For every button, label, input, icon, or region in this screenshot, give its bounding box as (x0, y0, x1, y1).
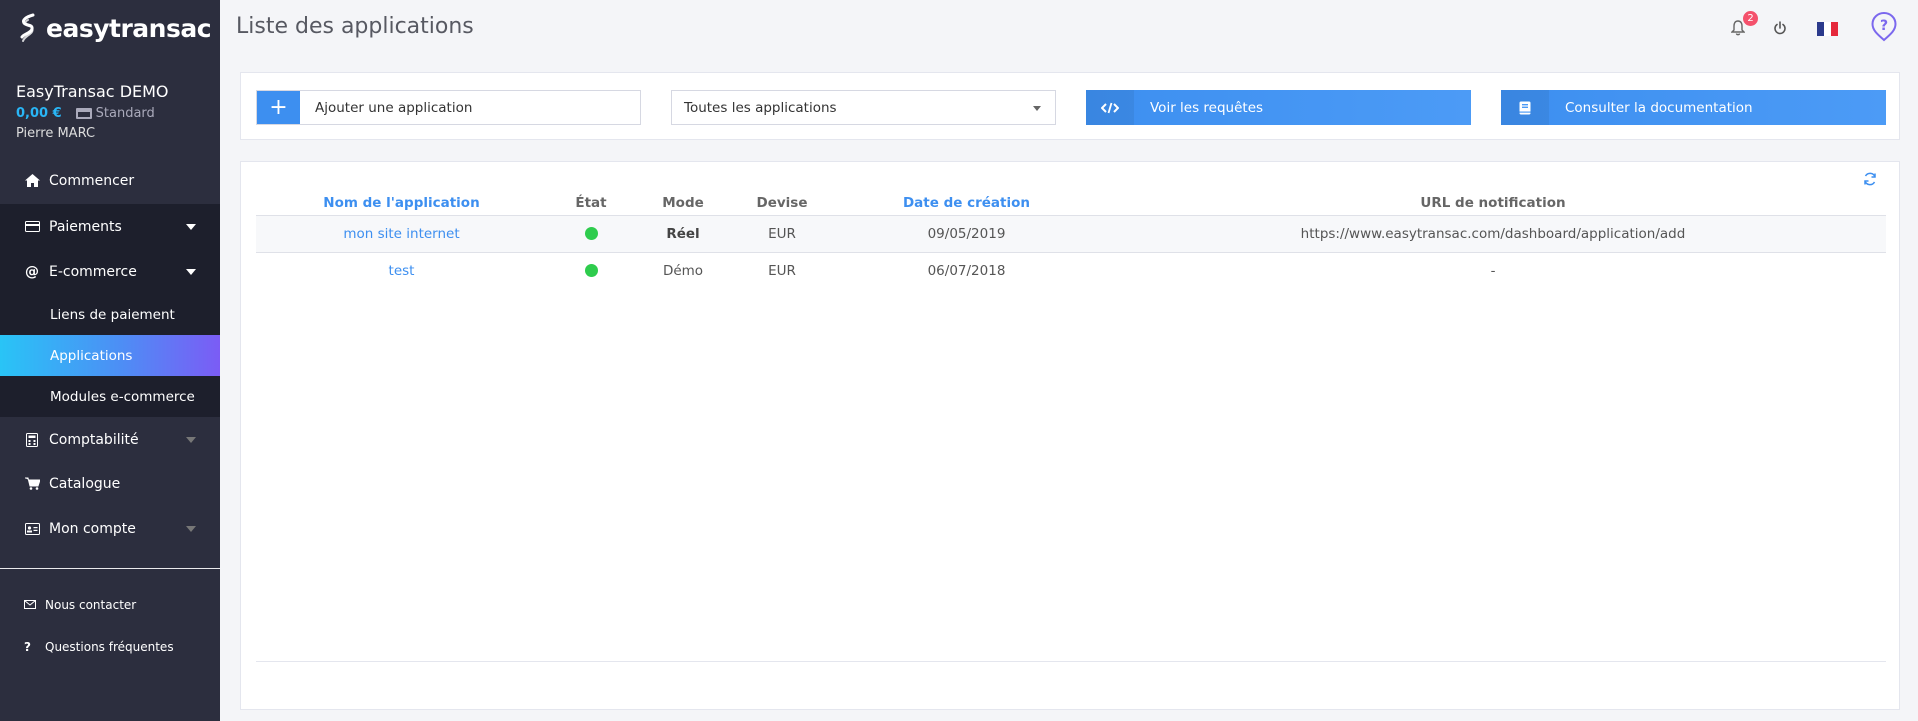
col-header-state: État (547, 192, 635, 216)
application-filter-select[interactable]: Toutes les applications (671, 90, 1056, 125)
sidebar-subitem-liens-de-paiement[interactable]: Liens de paiement (0, 294, 220, 335)
logo[interactable]: easytransac (0, 0, 220, 56)
sidebar-divider (0, 568, 220, 569)
cart-icon (24, 477, 40, 490)
sidebar-item-label: Mon compte (49, 520, 136, 537)
id-card-icon (24, 522, 40, 535)
mode-cell: Démo (662, 262, 704, 279)
sidebar-item-mon-compte[interactable]: Mon compte (0, 506, 220, 551)
sidebar-item-paiements[interactable]: Paiements (0, 204, 220, 249)
chevron-down-icon (186, 437, 196, 443)
url-cell: https://www.easytransac.com/dashboard/ap… (1100, 215, 1886, 253)
toolbar-card: + Ajouter une application Toutes les app… (240, 72, 1900, 140)
mode-cell: Réel (635, 215, 731, 253)
chevron-down-icon (186, 269, 196, 275)
sidebar-subitem-modules-ecommerce[interactable]: Modules e-commerce (0, 376, 220, 417)
date-cell: 09/05/2019 (833, 215, 1100, 253)
sidebar-subitem-applications[interactable]: Applications (0, 335, 220, 376)
account-balance: 0,00 € (16, 106, 62, 121)
view-requests-label: Voir les requêtes (1150, 99, 1264, 116)
col-header-currency: Devise (731, 192, 833, 216)
view-requests-button[interactable]: Voir les requêtes (1086, 90, 1471, 125)
top-header: Liste des applications 2 ? (220, 0, 1918, 56)
home-icon (24, 174, 40, 187)
bell-icon[interactable] (1730, 20, 1746, 40)
sidebar-item-label: Commencer (49, 172, 135, 189)
chevron-down-icon (186, 526, 196, 532)
calculator-icon (24, 432, 40, 447)
envelope-icon (24, 598, 38, 612)
sidebar-item-ecommerce[interactable]: @ E-commerce (0, 249, 220, 294)
sidebar-subitem-label: Modules e-commerce (50, 388, 195, 405)
card-icon (24, 221, 40, 232)
french-flag-icon[interactable] (1817, 22, 1838, 40)
sidebar-subitem-label: Applications (50, 347, 133, 364)
table-row[interactable]: test Démo EUR 06/07/2018 - (256, 252, 1886, 289)
app-name-link[interactable]: mon site internet (256, 215, 547, 253)
status-active-dot (584, 227, 598, 240)
sidebar-subitem-label: Liens de paiement (50, 306, 175, 323)
sidebar-item-comptabilite[interactable]: Comptabilité (0, 417, 220, 462)
sidebar-item-label: Comptabilité (49, 431, 139, 448)
help-icon[interactable]: ? (1871, 11, 1897, 46)
currency-cell: EUR (768, 262, 796, 279)
user-name: Pierre MARC (16, 126, 96, 141)
svg-text:?: ? (1880, 18, 1888, 34)
card-icon (75, 108, 92, 119)
book-icon (1501, 90, 1549, 125)
sidebar: easytransac EasyTransac DEMO 0,00 € Stan… (0, 0, 220, 721)
state-cell (547, 215, 635, 253)
page-title: Liste des applications (236, 14, 474, 39)
documentation-label: Consulter la documentation (1565, 99, 1753, 116)
currency-cell: EUR (731, 215, 833, 253)
refresh-icon[interactable] (1863, 172, 1877, 190)
status-active-dot (584, 264, 598, 278)
easytransac-logo-icon (20, 13, 35, 42)
sidebar-item-label: E-commerce (49, 263, 137, 280)
sidebar-item-commencer[interactable]: Commencer (0, 158, 220, 203)
state-cell (547, 252, 635, 289)
table-header-row: Nom de l'application État Mode Devise Da… (256, 192, 1886, 216)
applications-table-card: Nom de l'application État Mode Devise Da… (240, 161, 1900, 710)
documentation-button[interactable]: Consulter la documentation (1501, 90, 1886, 125)
brand-name: easytransac (46, 13, 212, 43)
contact-link[interactable]: Nous contacter (24, 598, 136, 612)
account-name: EasyTransac DEMO (16, 82, 169, 101)
add-application-button[interactable]: + (257, 91, 300, 124)
notification-badge: 2 (1743, 11, 1758, 26)
app-name-link[interactable]: test (256, 252, 547, 289)
col-header-url: URL de notification (1100, 192, 1886, 216)
chevron-down-icon (186, 224, 196, 230)
caret-down-icon (1033, 106, 1041, 111)
add-application-group: + Ajouter une application (256, 90, 641, 125)
filter-value: Toutes les applications (684, 99, 837, 116)
sidebar-item-catalogue[interactable]: Catalogue (0, 461, 220, 506)
power-icon[interactable] (1773, 21, 1787, 39)
add-application-label[interactable]: Ajouter une application (300, 91, 640, 124)
question-icon: ? (24, 640, 31, 654)
table-footer-divider (256, 661, 1886, 662)
contact-label: Nous contacter (45, 598, 137, 612)
sidebar-item-label: Catalogue (49, 475, 121, 492)
col-header-mode: Mode (635, 192, 731, 216)
url-cell: - (1490, 262, 1496, 279)
date-cell: 06/07/2018 (927, 262, 1006, 279)
faq-label: Questions fréquentes (45, 640, 174, 654)
faq-link[interactable]: ? Questions fréquentes (24, 640, 174, 654)
account-plan: Standard (75, 106, 155, 121)
code-icon (1086, 90, 1134, 125)
sidebar-item-label: Paiements (49, 218, 122, 235)
plan-label: Standard (95, 106, 155, 121)
col-header-name[interactable]: Nom de l'application (256, 192, 547, 216)
col-header-date[interactable]: Date de création (833, 192, 1100, 216)
applications-table: Nom de l'application État Mode Devise Da… (256, 192, 1886, 289)
at-icon: @ (25, 263, 39, 280)
table-row[interactable]: mon site internet Réel EUR 09/05/2019 ht… (256, 215, 1886, 253)
